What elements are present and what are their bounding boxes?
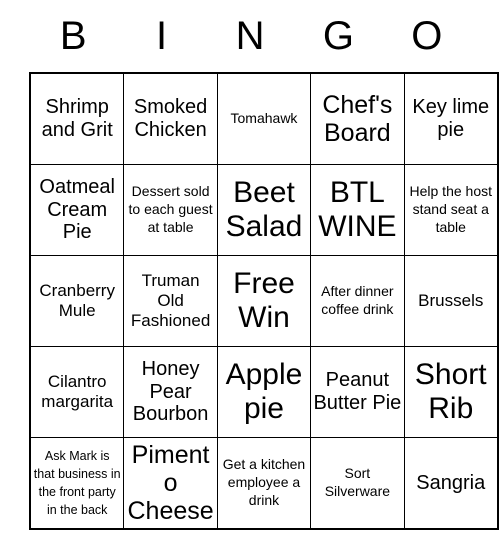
bingo-cell-label: Tomahawk — [230, 109, 298, 126]
bingo-cell-label: Beet Salad — [225, 176, 303, 243]
bingo-cell-label: Free Win — [233, 267, 295, 334]
bingo-row: Ask Mark is that business in the front p… — [29, 437, 499, 530]
bingo-cell[interactable]: Oatmeal Cream Pie — [29, 164, 125, 256]
bingo-row: Oatmeal Cream Pie Dessert sold to each g… — [29, 164, 499, 256]
bingo-cell-label: Get a kitchen employee a drink — [222, 455, 306, 509]
bingo-cell-label: Apple pie — [225, 358, 303, 425]
bingo-cell[interactable]: Chef's Board — [310, 72, 405, 165]
bingo-cell[interactable]: Smoked Chicken — [123, 72, 218, 165]
bingo-row: Cranberry Mule Truman Old Fashioned Free… — [29, 255, 499, 347]
bingo-header-letter-g: G — [322, 14, 354, 58]
bingo-header-letter-n: N — [235, 14, 265, 58]
bingo-card: B I N G O Shrimp and Grit Smoked Chicken… — [29, 0, 499, 530]
bingo-cell[interactable]: Apple pie — [216, 346, 312, 438]
bingo-cell[interactable]: Tomahawk — [216, 72, 312, 165]
bingo-cell-label: Dessert sold to each guest at table — [128, 182, 213, 236]
bingo-cell-label: Sort Silverware — [324, 464, 391, 499]
bingo-cell-label: Key lime pie — [412, 96, 490, 141]
bingo-cell-label: Peanut Butter Pie — [313, 369, 402, 414]
bingo-header-letter-i: I — [156, 14, 168, 58]
bingo-cell[interactable]: Beet Salad — [216, 164, 312, 256]
bingo-cell[interactable]: Help the host stand seat a table — [403, 164, 499, 256]
bingo-cell-label: After dinner coffee drink — [321, 282, 394, 317]
bingo-cell-label: Truman Old Fashioned — [130, 270, 211, 331]
bingo-cell-label: Oatmeal Cream Pie — [39, 176, 115, 244]
bingo-cell[interactable]: Brussels — [403, 255, 499, 347]
bingo-cell-label: Cranberry Mule — [39, 280, 115, 320]
bingo-cell[interactable]: Short Rib — [403, 346, 499, 438]
bingo-cell[interactable]: Get a kitchen employee a drink — [216, 437, 312, 530]
bingo-row: Cilantro margarita Honey Pear Bourbon Ap… — [29, 346, 499, 438]
bingo-cell-label: Short Rib — [414, 358, 487, 425]
bingo-cell-label: Chef's Board — [322, 90, 393, 147]
bingo-header-letter-o: O — [411, 14, 443, 58]
bingo-cell[interactable]: Ask Mark is that business in the front p… — [29, 437, 125, 530]
bingo-cell[interactable]: Key lime pie — [403, 72, 499, 165]
bingo-cell[interactable]: Truman Old Fashioned — [123, 255, 218, 347]
bingo-cell-label: Pimento Cheese — [127, 440, 214, 526]
bingo-cell-label: Smoked Chicken — [133, 96, 208, 141]
bingo-cell[interactable]: Sort Silverware — [310, 437, 405, 530]
bingo-cell[interactable]: Shrimp and Grit — [29, 72, 125, 165]
bingo-cell-label: BTL WINE — [318, 176, 397, 243]
bingo-cell[interactable]: Sangria — [403, 437, 499, 530]
bingo-cell[interactable]: Peanut Butter Pie — [310, 346, 405, 438]
bingo-cell[interactable]: Cranberry Mule — [29, 255, 125, 347]
bingo-cell-label: Ask Mark is that business in the front p… — [33, 448, 121, 518]
bingo-cell[interactable]: Cilantro margarita — [29, 346, 125, 438]
bingo-cell-label: Cilantro margarita — [41, 371, 114, 411]
bingo-cell[interactable]: Dessert sold to each guest at table — [123, 164, 218, 256]
bingo-header: B I N G O — [29, 0, 471, 72]
bingo-cell[interactable]: Pimento Cheese — [123, 437, 218, 530]
bingo-cell-label: Honey Pear Bourbon — [132, 358, 209, 426]
bingo-row: Shrimp and Grit Smoked Chicken Tomahawk … — [29, 72, 499, 165]
bingo-cell[interactable]: BTL WINE — [310, 164, 405, 256]
bingo-header-letter-b: B — [59, 14, 87, 58]
bingo-grid: Shrimp and Grit Smoked Chicken Tomahawk … — [29, 72, 499, 530]
bingo-cell-free[interactable]: Free Win — [216, 255, 312, 347]
bingo-cell-label: Brussels — [418, 290, 484, 310]
bingo-cell-label: Sangria — [416, 471, 486, 494]
bingo-cell[interactable]: After dinner coffee drink — [310, 255, 405, 347]
bingo-cell[interactable]: Honey Pear Bourbon — [123, 346, 218, 438]
bingo-cell-label: Shrimp and Grit — [41, 96, 113, 141]
bingo-cell-label: Help the host stand seat a table — [409, 182, 493, 236]
